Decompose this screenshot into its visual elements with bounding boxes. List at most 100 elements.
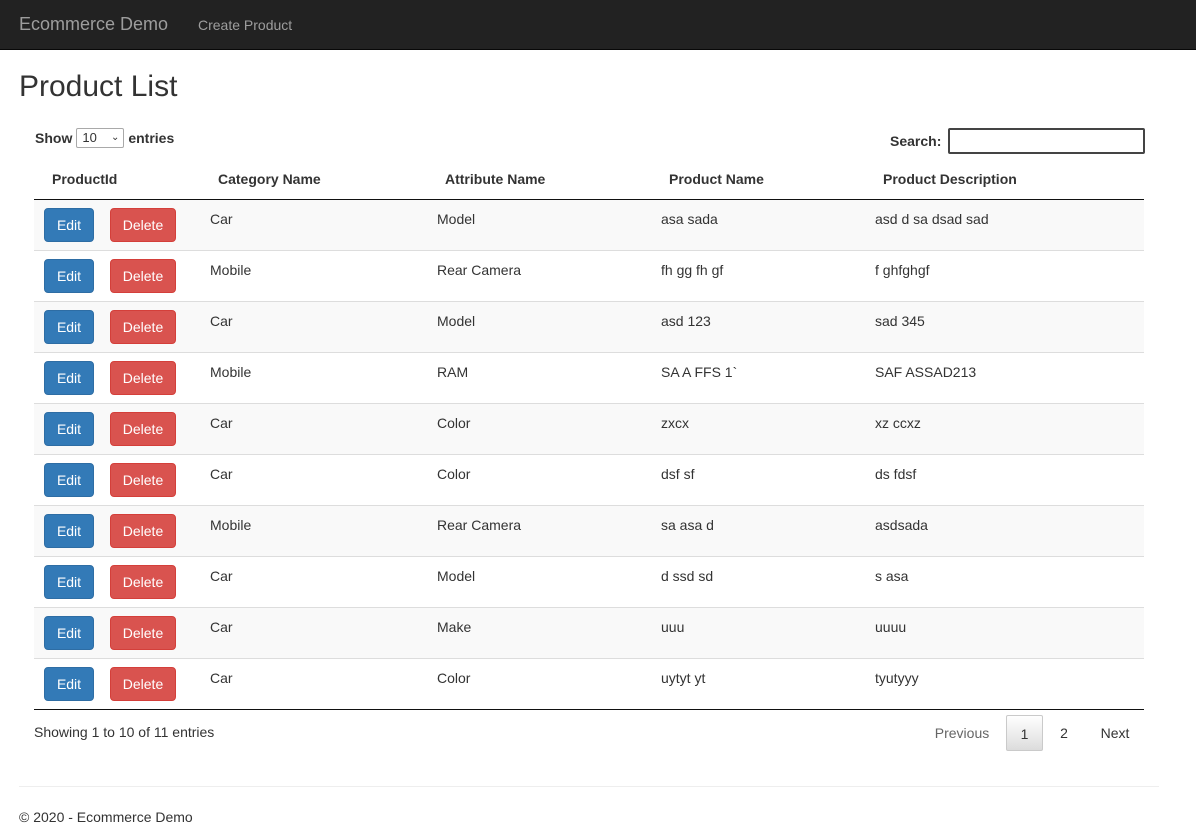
attribute-cell-text: Rear Camera: [437, 516, 522, 533]
column-header-product-name[interactable]: Product Name: [651, 160, 865, 200]
attribute-cell-text: Model: [437, 210, 476, 227]
pagination-page-1[interactable]: 1: [1006, 715, 1043, 751]
edit-button[interactable]: Edit: [44, 564, 94, 599]
table-row: Edit Delete Car Color uytyt yt tyutyyy: [34, 657, 1144, 710]
product-name-cell: sa asa d: [651, 504, 865, 556]
delete-button[interactable]: Delete: [110, 462, 176, 497]
edit-button[interactable]: Edit: [44, 360, 94, 395]
actions-cell: Edit Delete: [34, 453, 200, 505]
table-row: Edit Delete Mobile RAM SA A FFS 1` SAF ASSAD2…: [34, 351, 1144, 403]
category-cell-text: Car: [210, 567, 233, 584]
category-cell-text: Car: [210, 414, 233, 431]
product-name-cell-text: SA A FFS 1`: [661, 363, 738, 380]
delete-button[interactable]: Delete: [110, 207, 176, 242]
page-title: Product List: [19, 70, 178, 103]
edit-button[interactable]: Edit: [44, 411, 94, 446]
product-name-cell-text: uuu: [661, 618, 685, 635]
search-control: Search:: [890, 128, 1146, 154]
pagination-previous[interactable]: Previous: [920, 715, 1004, 751]
description-cell-text: asdsada: [875, 516, 928, 533]
column-header-category[interactable]: Category Name: [200, 160, 427, 200]
description-cell-text: uuuu: [875, 618, 907, 635]
attribute-cell: Color: [427, 453, 651, 505]
attribute-cell: RAM: [427, 351, 651, 403]
navbar: Ecommerce Demo Create Product: [0, 0, 1196, 50]
description-cell: xz ccxz: [865, 402, 1144, 454]
edit-button[interactable]: Edit: [44, 462, 94, 497]
description-cell: s asa: [865, 555, 1144, 607]
edit-button[interactable]: Edit: [44, 309, 94, 344]
table-info: Showing 1 to 10 of 11 entries: [34, 724, 215, 740]
length-suffix: entries: [128, 130, 175, 146]
attribute-cell: Model: [427, 555, 651, 607]
product-name-cell: d ssd sd: [651, 555, 865, 607]
product-name-cell: uuu: [651, 606, 865, 658]
delete-button[interactable]: Delete: [110, 513, 176, 548]
category-cell: Mobile: [200, 504, 427, 556]
edit-button[interactable]: Edit: [44, 666, 94, 701]
pagination-next[interactable]: Next: [1085, 715, 1145, 751]
delete-button[interactable]: Delete: [110, 615, 176, 650]
product-name-cell-text: zxcx: [661, 414, 689, 431]
category-cell-text: Car: [210, 465, 233, 482]
category-cell: Mobile: [200, 351, 427, 403]
description-cell-text: f ghfghgf: [875, 261, 930, 278]
column-header-attribute[interactable]: Attribute Name: [427, 160, 651, 200]
attribute-cell: Model: [427, 300, 651, 352]
category-cell-text: Car: [210, 210, 233, 227]
actions-cell: Edit Delete: [34, 199, 200, 250]
search-input[interactable]: [948, 128, 1146, 154]
table-row: Edit Delete Mobile Rear Camera fh gg fh gf f …: [34, 249, 1144, 301]
description-cell-text: asd d sa dsad sad: [875, 210, 989, 227]
attribute-cell: Rear Camera: [427, 504, 651, 556]
attribute-cell-text: Color: [437, 465, 471, 482]
attribute-cell: Color: [427, 657, 651, 710]
product-name-cell: asd 123: [651, 300, 865, 352]
delete-button[interactable]: Delete: [110, 564, 176, 599]
chevron-down-icon: ⌄: [110, 132, 120, 143]
category-cell-text: Car: [210, 312, 233, 329]
description-cell-text: tyutyyy: [875, 669, 919, 686]
product-name-cell: uytyt yt: [651, 657, 865, 710]
column-header-description[interactable]: Product Description: [865, 160, 1144, 200]
delete-button[interactable]: Delete: [110, 258, 176, 293]
search-label: Search:: [890, 133, 942, 149]
pagination-page-2[interactable]: 2: [1043, 715, 1085, 751]
attribute-cell: Model: [427, 199, 651, 250]
actions-cell: Edit Delete: [34, 555, 200, 607]
brand-link[interactable]: Ecommerce Demo: [19, 13, 168, 35]
attribute-cell: Color: [427, 402, 651, 454]
category-cell: Car: [200, 453, 427, 505]
column-header-productid[interactable]: ProductId: [34, 160, 200, 200]
delete-button[interactable]: Delete: [110, 666, 176, 701]
product-name-cell-text: uytyt yt: [661, 669, 706, 686]
category-cell: Car: [200, 555, 427, 607]
delete-button[interactable]: Delete: [110, 360, 176, 395]
actions-cell: Edit Delete: [34, 606, 200, 658]
pagination: Previous 1 2 Next: [920, 715, 1145, 751]
entries-select[interactable]: 10 ⌄: [76, 128, 125, 148]
table-row: Edit Delete Car Model asa sada asd d sa dsad …: [34, 199, 1144, 250]
category-cell-text: Car: [210, 618, 233, 635]
delete-button[interactable]: Delete: [110, 411, 176, 446]
product-name-cell-text: asa sada: [661, 210, 718, 227]
table-row: Edit Delete Car Model asd 123 sad 345: [34, 300, 1144, 352]
category-cell: Car: [200, 402, 427, 454]
edit-button[interactable]: Edit: [44, 207, 94, 242]
attribute-cell-text: Make: [437, 618, 472, 635]
product-name-cell: fh gg fh gf: [651, 249, 865, 301]
edit-button[interactable]: Edit: [44, 513, 94, 548]
category-cell: Car: [200, 300, 427, 352]
nav-create-product[interactable]: Create Product: [198, 16, 292, 34]
actions-cell: Edit Delete: [34, 249, 200, 301]
edit-button[interactable]: Edit: [44, 258, 94, 293]
edit-button[interactable]: Edit: [44, 615, 94, 650]
table-row: Edit Delete Car Make uuu uuuu: [34, 606, 1144, 658]
product-name-cell: dsf sf: [651, 453, 865, 505]
category-cell: Car: [200, 657, 427, 710]
actions-cell: Edit Delete: [34, 300, 200, 352]
attribute-cell: Rear Camera: [427, 249, 651, 301]
table-row: Edit Delete Car Color zxcx xz ccxz: [34, 402, 1144, 454]
delete-button[interactable]: Delete: [110, 309, 176, 344]
description-cell-text: ds fdsf: [875, 465, 917, 482]
